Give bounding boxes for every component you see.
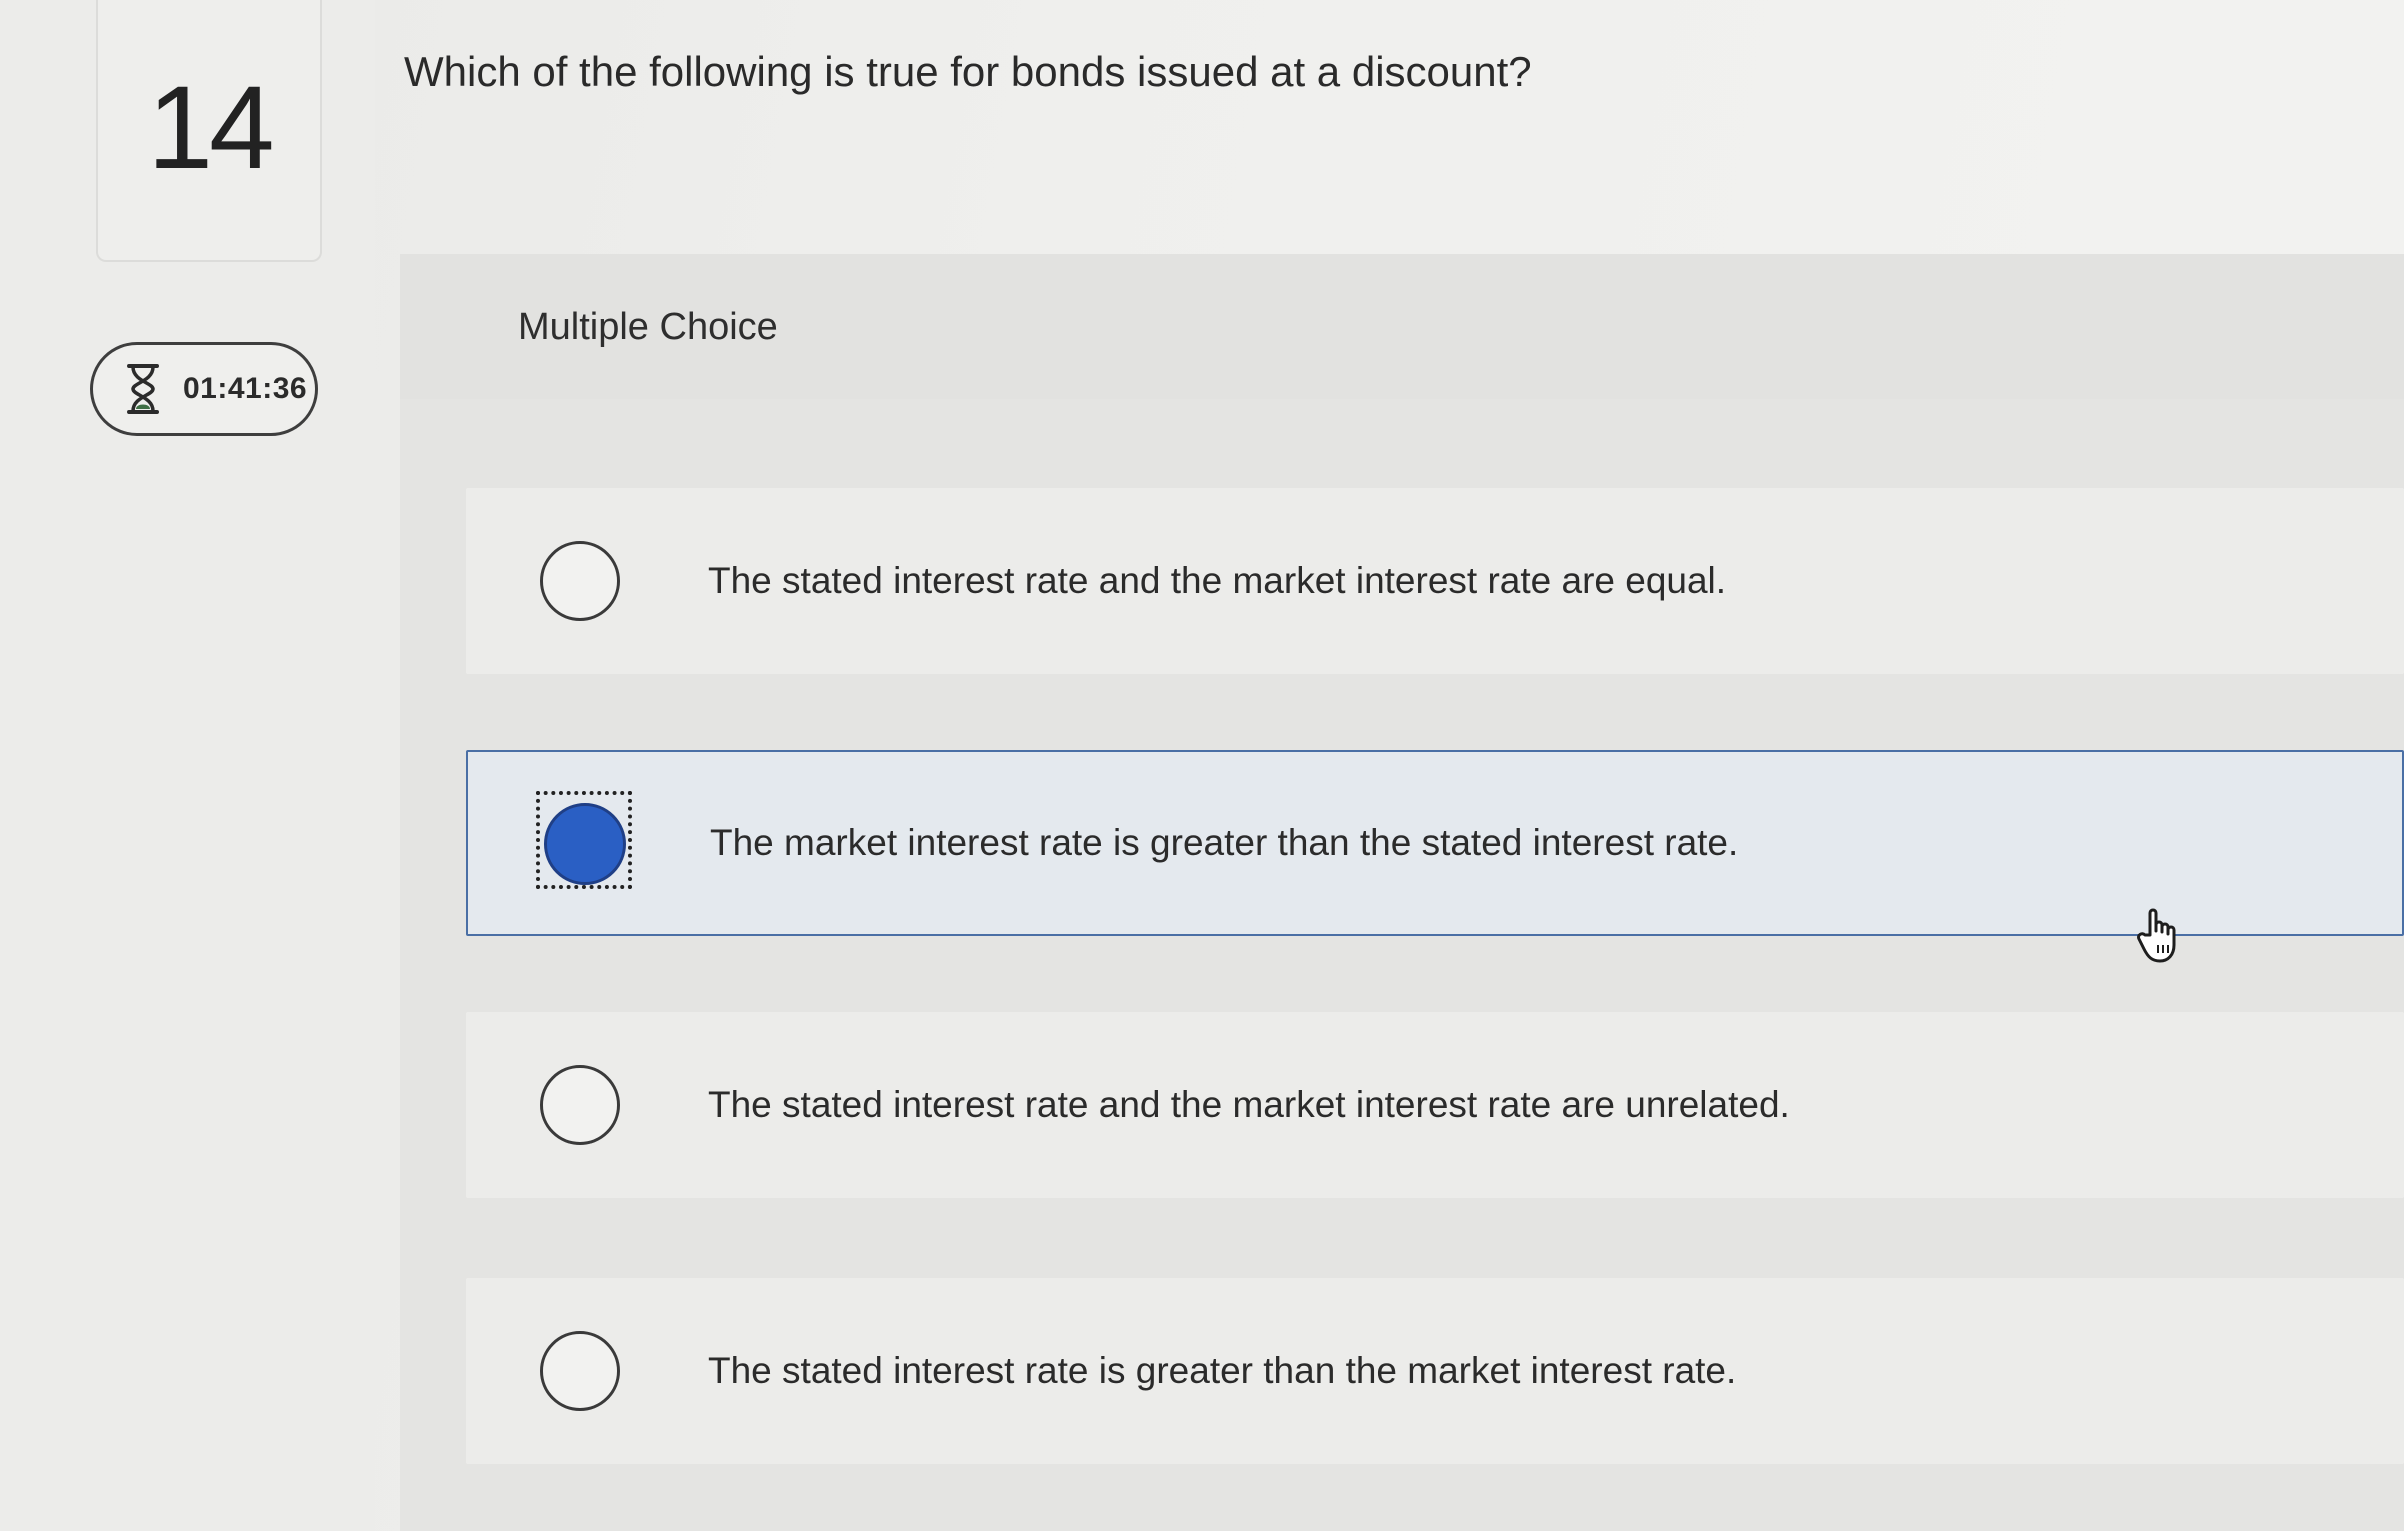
question-text: Which of the following is true for bonds… — [404, 48, 1532, 95]
radio-ring-icon — [540, 1331, 620, 1411]
radio-button-0[interactable] — [540, 541, 620, 621]
hand-pointer-icon — [2137, 908, 2176, 963]
option-0[interactable]: The stated interest rate and the market … — [466, 488, 2404, 674]
question-number-box: 14 — [96, 0, 322, 262]
question-number: 14 — [147, 62, 274, 194]
answer-area: Multiple Choice The stated interest rate… — [400, 254, 2404, 1531]
option-1[interactable]: The market interest rate is greater than… — [466, 750, 2404, 936]
radio-button-1[interactable] — [536, 791, 632, 889]
answer-type-label: Multiple Choice — [518, 306, 778, 348]
hourglass-icon — [127, 364, 159, 414]
radio-button-3[interactable] — [540, 1331, 620, 1411]
radio-button-2[interactable] — [540, 1065, 620, 1145]
option-1-label: The market interest rate is greater than… — [710, 822, 1739, 863]
radio-ring-icon — [540, 1065, 620, 1145]
option-3[interactable]: The stated interest rate is greater than… — [466, 1278, 2404, 1464]
timer-pill[interactable]: 01:41:36 — [90, 342, 318, 436]
quiz-page: 14 01:41:36 Which of the following is tr… — [0, 0, 2404, 1531]
option-3-label: The stated interest rate is greater than… — [708, 1350, 1737, 1391]
radio-ring-icon — [540, 541, 620, 621]
radio-selected-icon — [544, 803, 626, 885]
timer-value: 01:41:36 — [183, 372, 308, 405]
option-2-label: The stated interest rate and the market … — [708, 1084, 1790, 1125]
answer-type-header: Multiple Choice — [400, 254, 2404, 399]
option-0-label: The stated interest rate and the market … — [708, 560, 1727, 601]
option-2[interactable]: The stated interest rate and the market … — [466, 1012, 2404, 1198]
